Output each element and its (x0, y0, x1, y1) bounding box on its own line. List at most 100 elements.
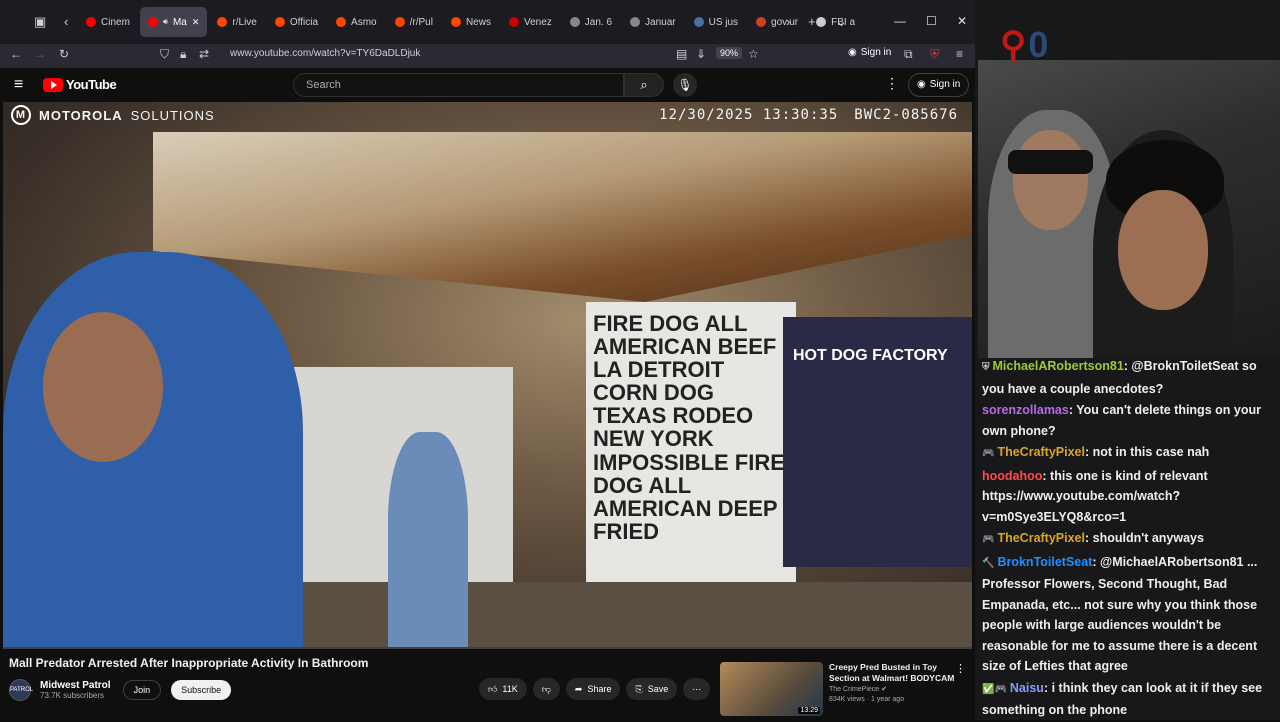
like-button[interactable]: 👍︎ 11K (479, 678, 527, 700)
recommended-meta: 834K views · 1 year ago (829, 696, 905, 704)
search-input[interactable]: Search (293, 73, 624, 97)
video-title: Mall Predator Arrested After Inappropria… (9, 656, 369, 670)
permissions-icon[interactable]: ⇄ (199, 47, 209, 61)
youtube-logo[interactable]: YouTube (43, 77, 117, 92)
tab-bar: ▣ ‹ Cinem 🔊︎ Ma ✕ r/Live Officia Asmo/r/Pul New… (0, 0, 975, 44)
save-button[interactable]: ⎘ Save (626, 678, 678, 700)
chat-message: ⛨ MichaelARobertson81: @BroknToiletSeat s… (982, 356, 1276, 399)
menu-sign-text: FIRE DOG ALL AMERICAN BEEF LA DETROIT CO… (593, 311, 785, 544)
chat-username[interactable]: hoodahoo (982, 469, 1042, 483)
tab-strip: Cinem 🔊︎ Ma ✕ r/Live Officia Asmo/r/Pul News Ven… (78, 7, 863, 37)
tab-audio-icon[interactable]: 🔊︎ (163, 17, 168, 27)
verified-check-icon: ✔ (881, 686, 888, 694)
browser-sign-in[interactable]: ◉ Sign in (848, 47, 891, 58)
picture-in-picture-icon[interactable]: ▤ (676, 47, 687, 61)
chat-username[interactable]: Naisu (1010, 681, 1044, 695)
more-actions-button[interactable]: ⋯ (683, 678, 711, 700)
zoom-level[interactable]: 90% (716, 47, 743, 59)
browser-tab[interactable]: r/Live (209, 7, 264, 37)
tab-close-icon[interactable]: ✕ (192, 17, 200, 28)
browser-tab[interactable]: gov.ur (748, 7, 806, 37)
chat-username[interactable]: TheCraftyPixel (997, 445, 1085, 459)
video-actions: 👍︎ 11K 👎︎ ➦ Share ⎘ Save ⋯ (479, 678, 711, 700)
tab-list-icon[interactable]: ▣ (34, 14, 46, 30)
extensions-icon[interactable]: ⧉ (904, 47, 913, 62)
lock-icon[interactable]: 🔒︎ (180, 47, 186, 62)
app-menu-icon[interactable]: ≡ (956, 47, 963, 61)
close-window-icon[interactable]: ✕ (957, 14, 967, 28)
chat-username[interactable]: BroknToiletSeat (997, 555, 1092, 569)
tab-favicon-icon (693, 17, 704, 27)
recommended-video[interactable]: 13:29 Creepy Pred Busted in Toy Section … (720, 662, 972, 718)
share-button[interactable]: ➦ Share (565, 678, 621, 700)
account-icon: ◉ (848, 47, 857, 58)
tab-label: gov.ur (771, 16, 799, 28)
chat-badge-icon: ⛨ (982, 362, 990, 373)
youtube-play-icon (43, 77, 63, 92)
chat-username[interactable]: MichaelARobertson81 (993, 359, 1124, 373)
channel-name[interactable]: Midwest Patrol (40, 680, 111, 691)
back-icon[interactable]: ← (10, 47, 22, 61)
subscribe-button[interactable]: Subscribe (171, 680, 232, 700)
browser-tab[interactable]: Officia (267, 7, 326, 37)
join-button[interactable]: Join (122, 680, 162, 700)
video-progress-bar[interactable] (3, 647, 972, 649)
youtube-brand-text: YouTube (66, 77, 117, 92)
channel-avatar[interactable]: PATROL (9, 679, 33, 701)
tab-label: Asmo (351, 16, 377, 28)
shield-icon[interactable]: ⛉ (160, 47, 169, 62)
chat-text: : shouldn't anyways (1084, 531, 1204, 545)
tab-label: r/Live (232, 16, 257, 28)
recommended-thumbnail[interactable]: 13:29 (720, 662, 823, 716)
bodycam-datetime: 12/30/2025 13:30:35 (659, 107, 839, 123)
forward-icon[interactable]: → (34, 47, 46, 61)
thumbs-down-icon: 👎︎ (541, 684, 551, 694)
tab-favicon-icon (336, 17, 347, 27)
chat-badge-icon: 🎮 (982, 448, 995, 459)
chat-message: 🎮 TheCraftyPixel: shouldn't anyways (982, 528, 1276, 551)
chat-username[interactable]: TheCraftyPixel (997, 531, 1085, 545)
more-horizontal-icon: ⋯ (692, 684, 702, 694)
chat-message: 🎮 TheCraftyPixel: not in this case nah (982, 442, 1276, 465)
stream-overlay-badge: ⚲0 (1000, 24, 1048, 66)
youtube-sign-in-button[interactable]: ◉ Sign in (908, 73, 970, 97)
ublock-icon[interactable]: ⛨ (930, 47, 939, 62)
recommended-title[interactable]: Creepy Pred Busted in Toy Section at Wal… (829, 662, 959, 683)
bookmark-icon: ⎘ (635, 684, 643, 694)
reload-icon[interactable]: ↻ (59, 47, 69, 61)
bookmark-star-icon[interactable]: ☆ (748, 47, 759, 61)
search-button[interactable]: ⌕ (624, 73, 664, 97)
chat-badge-icon: ✅🎮 (982, 683, 1007, 695)
new-tab-icon[interactable]: + (808, 14, 816, 29)
chat-username[interactable]: sorenzollamas (982, 403, 1069, 417)
minimize-icon[interactable]: — (894, 14, 906, 28)
recommended-kebab-icon[interactable]: ⋮ (955, 662, 966, 675)
browser-tab[interactable]: Venez (501, 7, 560, 37)
tab-scroll-right-icon[interactable]: › (786, 14, 790, 29)
settings-kebab-icon[interactable]: ⋮ (885, 75, 899, 92)
tab-favicon-icon (569, 17, 580, 27)
hamburger-menu-icon[interactable]: ≡ (14, 76, 23, 94)
browser-tab[interactable]: Jan. 6 (562, 7, 620, 37)
browser-tab[interactable]: Januar (622, 7, 684, 37)
browser-tab[interactable]: News (443, 7, 499, 37)
chat-message: ✅🎮 Naisu: i think they can look at it if … (982, 678, 1276, 721)
tab-label: News (465, 16, 491, 28)
browser-tab[interactable]: Asmo (328, 7, 385, 37)
browser-tab[interactable]: /r/Pul (387, 7, 441, 37)
recommended-channel-name[interactable]: The CrimePiece (829, 686, 879, 693)
tab-scroll-left-icon[interactable]: ‹ (64, 14, 68, 29)
browser-tab[interactable]: US jus (686, 7, 746, 37)
browser-tab[interactable]: Cinem (78, 7, 138, 37)
tab-overflow-icon[interactable]: ⌄ (836, 14, 847, 30)
video-player[interactable]: FIRE DOG ALL AMERICAN BEEF LA DETROIT CO… (3, 102, 972, 647)
browser-tab[interactable]: 🔊︎ Ma ✕ (139, 7, 208, 37)
download-icon[interactable]: ⇓ (696, 47, 706, 61)
channel-info: Midwest Patrol 73.7K subscribers (40, 680, 111, 700)
voice-search-button[interactable]: 🎙︎ (673, 73, 697, 97)
tab-favicon-icon (450, 17, 461, 27)
url-bar[interactable]: www.youtube.com/watch?v=TY6DaDLDjuk (230, 48, 420, 59)
tab-favicon-icon (816, 17, 827, 27)
dislike-button[interactable]: 👎︎ (532, 678, 560, 700)
maximize-icon[interactable]: ☐ (926, 14, 937, 28)
